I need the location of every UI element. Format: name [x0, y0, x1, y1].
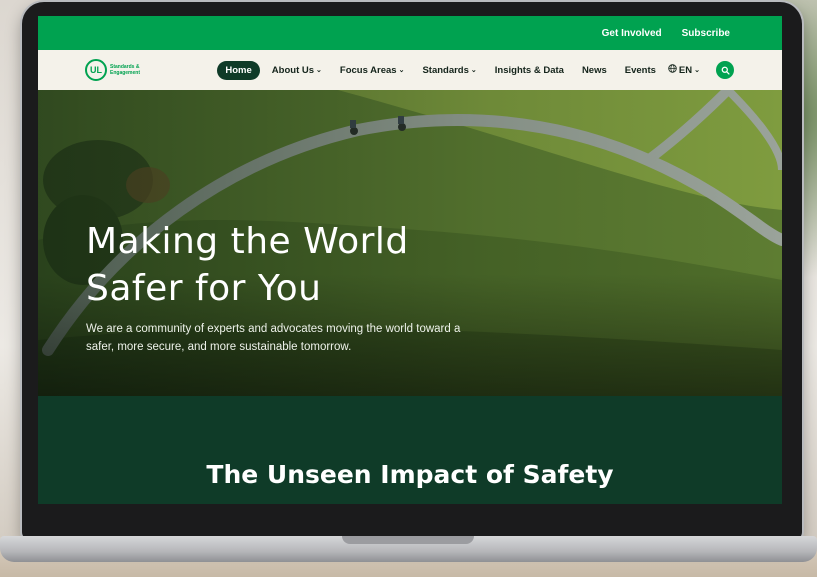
browser-viewport: Get Involved Subscribe UL Standards & En… — [38, 16, 782, 504]
laptop-notch — [342, 536, 474, 544]
chevron-down-icon: ⌄ — [470, 67, 477, 74]
logo-text: Standards & Engagement — [110, 64, 150, 76]
language-label: EN — [678, 64, 693, 76]
nav-item-label: Home — [225, 64, 252, 76]
nav-item-insights-data[interactable]: Insights & Data — [489, 61, 570, 80]
chevron-down-icon: ⌄ — [694, 67, 700, 74]
search-button[interactable] — [716, 61, 734, 79]
hero-banner: Making the World Safer for You We are a … — [38, 90, 782, 396]
nav-item-label: Focus Areas — [339, 64, 397, 76]
nav-item-label: About Us — [271, 64, 315, 76]
nav-menu: Home About Us ⌄ Focus Areas ⌄ Standards … — [217, 60, 734, 80]
ul-logo-mark: UL — [85, 59, 107, 81]
utility-bar: Get Involved Subscribe — [38, 16, 782, 50]
nav-item-events[interactable]: Events — [619, 61, 662, 80]
hero-title-line2: Safer for You — [86, 268, 322, 309]
nav-item-label: Events — [624, 64, 656, 76]
main-navigation: UL Standards & Engagement Home About Us … — [38, 50, 782, 90]
chevron-down-icon: ⌄ — [316, 67, 322, 74]
hero-title-line1: Making the World — [86, 221, 409, 262]
search-icon — [721, 66, 730, 75]
section-title: The Unseen Impact of Safety — [206, 460, 614, 489]
nav-item-standards[interactable]: Standards ⌄ — [416, 61, 482, 80]
get-involved-link[interactable]: Get Involved — [602, 28, 662, 39]
chevron-down-icon: ⌄ — [398, 67, 405, 74]
logo-text-line2: Engagement — [110, 70, 141, 76]
nav-item-about-us[interactable]: About Us ⌄ — [266, 61, 328, 80]
nav-item-label: Standards — [422, 64, 469, 76]
language-selector[interactable]: EN ⌄ — [662, 60, 706, 80]
globe-icon — [668, 64, 677, 76]
nav-item-focus-areas[interactable]: Focus Areas ⌄ — [334, 61, 411, 80]
nav-item-news[interactable]: News — [576, 61, 613, 80]
hero-title: Making the World Safer for You — [86, 218, 506, 312]
nav-item-home[interactable]: Home — [217, 60, 260, 80]
site-logo[interactable]: UL Standards & Engagement — [85, 59, 150, 81]
nav-item-label: Insights & Data — [494, 64, 564, 76]
nav-item-label: News — [581, 64, 607, 76]
hero-subtitle: We are a community of experts and advoca… — [86, 323, 461, 353]
impact-section: The Unseen Impact of Safety — [38, 396, 782, 504]
subscribe-link[interactable]: Subscribe — [682, 28, 730, 39]
